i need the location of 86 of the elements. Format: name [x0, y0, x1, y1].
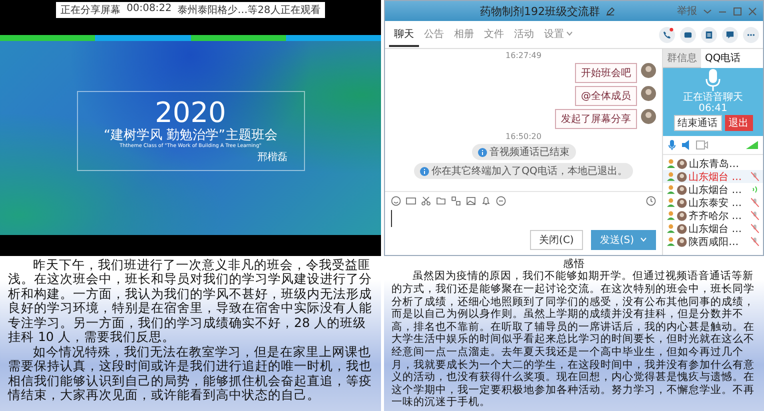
- chat-tab[interactable]: 相册: [449, 22, 479, 46]
- member-row[interactable]: 陕西咸阳…: [663, 235, 763, 248]
- person-icon: [667, 159, 675, 168]
- chat-tab[interactable]: 公告: [419, 22, 449, 46]
- chat-tab[interactable]: 设置: [539, 22, 578, 46]
- clock-icon[interactable]: [646, 196, 656, 206]
- microphone-icon: [705, 68, 721, 92]
- member-name: 山东烟台 …: [688, 184, 743, 196]
- message-bubble: 开始班会吧: [575, 63, 637, 83]
- phone-icon[interactable]: [659, 26, 675, 42]
- more-icon[interactable]: [743, 26, 759, 42]
- avatar-icon[interactable]: [641, 109, 656, 124]
- call-duration: 06:41: [698, 103, 728, 114]
- maximize-icon[interactable]: [733, 6, 742, 16]
- close-icon[interactable]: [748, 6, 757, 16]
- apps-icon[interactable]: [451, 196, 461, 206]
- side-tab[interactable]: 群信息: [663, 49, 701, 68]
- share-duration: 00:08:22: [126, 3, 172, 16]
- avatar-icon: [676, 172, 687, 182]
- folder-icon[interactable]: [436, 196, 446, 206]
- message-bubble: @全体成员: [575, 86, 637, 106]
- avatar-icon: [676, 184, 687, 194]
- member-row[interactable]: 山东烟台 …: [663, 222, 763, 235]
- essay-paragraph: 昨天下午，我们班进行了一次意义非凡的班会，令我受益匪浅。在这次班会中，班长和导员对我们的学习学风建设进行了分析和构建。一方面，我认为我们的学风不甚好，班级内无法形成良好的学习环境，特别是在宿舍里，导致在宿舍中实际没有人能专注学习。另一方面，我们的学习成绩确实不好，28 人的班级挂科 10 人，需要我们反思。: [8, 258, 372, 345]
- exit-button[interactable]: 退出: [724, 115, 752, 131]
- chat-tab[interactable]: 聊天: [389, 22, 419, 46]
- share-status: 正在分享屏幕: [60, 4, 121, 17]
- slide-title: “建树学风 勤勉治学”主题班会: [104, 128, 278, 143]
- scissors-icon[interactable]: [421, 196, 431, 206]
- message-time: 16:27:49: [506, 51, 542, 60]
- avatar-icon: [677, 158, 687, 168]
- person-icon: [667, 224, 675, 233]
- member-name: 山东青岛…: [689, 158, 740, 170]
- message-icon[interactable]: [722, 26, 738, 42]
- call-status: 正在语音聊天: [683, 92, 743, 103]
- person-icon: [667, 172, 675, 181]
- member-name: 山东烟台 …: [688, 170, 743, 184]
- avatar-icon: [676, 198, 687, 208]
- member-name: 陕西咸阳…: [688, 236, 740, 248]
- member-row[interactable]: 山东烟台 …: [663, 170, 763, 183]
- essay-title: 感悟: [562, 258, 586, 270]
- signal-icon: [746, 141, 758, 149]
- person-icon: [667, 211, 675, 220]
- minus-circle-icon[interactable]: [496, 196, 506, 206]
- avatar-icon[interactable]: [641, 63, 656, 78]
- info-icon: [420, 166, 429, 176]
- member-name: 齐齐哈尔 …: [688, 210, 743, 222]
- speaker-icon[interactable]: [682, 140, 690, 150]
- system-notice: 你在其它终端加入了QQ电话，本地已退出。: [414, 163, 634, 179]
- video-call-icon[interactable]: [680, 26, 696, 42]
- essay-paragraph: 虽然因为疫情的原因，我们不能够如期开学。但通过视频语音通话等新的方式，我们还是能够聚在一起讨论交流。在这次特别的班会中，班长同学分析了成绩，还细心地照顾到了同学们的感受，没有公布其他同事的成绩，而是以自己为例以身作则。虽然上学期的成绩并没有挂科，但是分数并不高，排名也不靠前。在听取了辅导员的一席讲话后，我的内心甚是触动。在大学生活中娱乐的时间似乎看起来总比学习的时间要长，但时光就在这么不经意间一点一点溜走。去年夏天我还是一个高中毕业生，但如今再过几个月，我就要成长为一个大二的学生，在这段时间中，我并没有参加什么有意义的活动，也没有获得什么奖项。现在回想，内心觉得甚是愧疚与遗憾。在这个学期中，我一定要积极地参加各种活动。努力学习，不懈怠学业。不再一味的沉迷于手机。: [392, 270, 756, 409]
- chevron-down-icon[interactable]: [703, 6, 712, 16]
- member-row[interactable]: 山东青岛…: [663, 157, 763, 170]
- avatar-icon: [676, 224, 687, 234]
- end-call-button[interactable]: 结束通话: [674, 115, 722, 131]
- slide-author: 邢楷磊: [258, 150, 288, 164]
- essay-paragraph: 如今情况特殊，我们无法在教室学习，但是在家里上网课也需要保持认真，这段时间或许是我们进行追赶的唯一时机，我也相信我们能够认识到自己的局势，能够抓住机会奋起直追，等疫情结束，大家再次见面，或许能看到高中状态的自己。: [8, 344, 372, 403]
- member-row[interactable]: 山东烟台 …: [663, 183, 763, 196]
- slide-year: 2020: [154, 98, 226, 128]
- info-icon: [478, 148, 486, 156]
- bell-icon[interactable]: [481, 196, 491, 206]
- microphone-icon[interactable]: [668, 140, 676, 150]
- chevron-down-icon: [566, 31, 573, 36]
- message-bubble: 发起了屏幕分享: [555, 109, 637, 129]
- chevron-down-icon: [640, 237, 647, 242]
- member-name: 山东泰安 …: [688, 196, 743, 210]
- edit-icon[interactable]: [606, 6, 615, 16]
- person-icon: [667, 198, 675, 207]
- avatar-icon: [676, 210, 687, 220]
- member-row[interactable]: 齐齐哈尔 …: [663, 209, 763, 222]
- viewer-count: 泰州泰阳格少…等28人正在观看: [178, 4, 320, 17]
- system-notice: 音视频通话已结束: [472, 144, 576, 160]
- close-button[interactable]: 关闭(C): [530, 230, 583, 250]
- image-icon[interactable]: [466, 196, 476, 206]
- person-icon: [667, 185, 675, 194]
- member-name: 山东烟台 …: [688, 222, 743, 236]
- avatar-icon[interactable]: [641, 86, 656, 101]
- message-time: 16:50:20: [506, 132, 542, 141]
- member-row[interactable]: 山东泰安 …: [663, 196, 763, 209]
- person-icon: [667, 237, 675, 246]
- avatar-icon: [676, 236, 687, 246]
- chat-tab[interactable]: 活动: [509, 22, 539, 46]
- chat-tab[interactable]: 文件: [479, 22, 509, 46]
- emoji-icon[interactable]: [391, 196, 401, 206]
- window-title: 药物制剂192班级交流群: [480, 4, 600, 18]
- camera-icon[interactable]: [696, 140, 708, 150]
